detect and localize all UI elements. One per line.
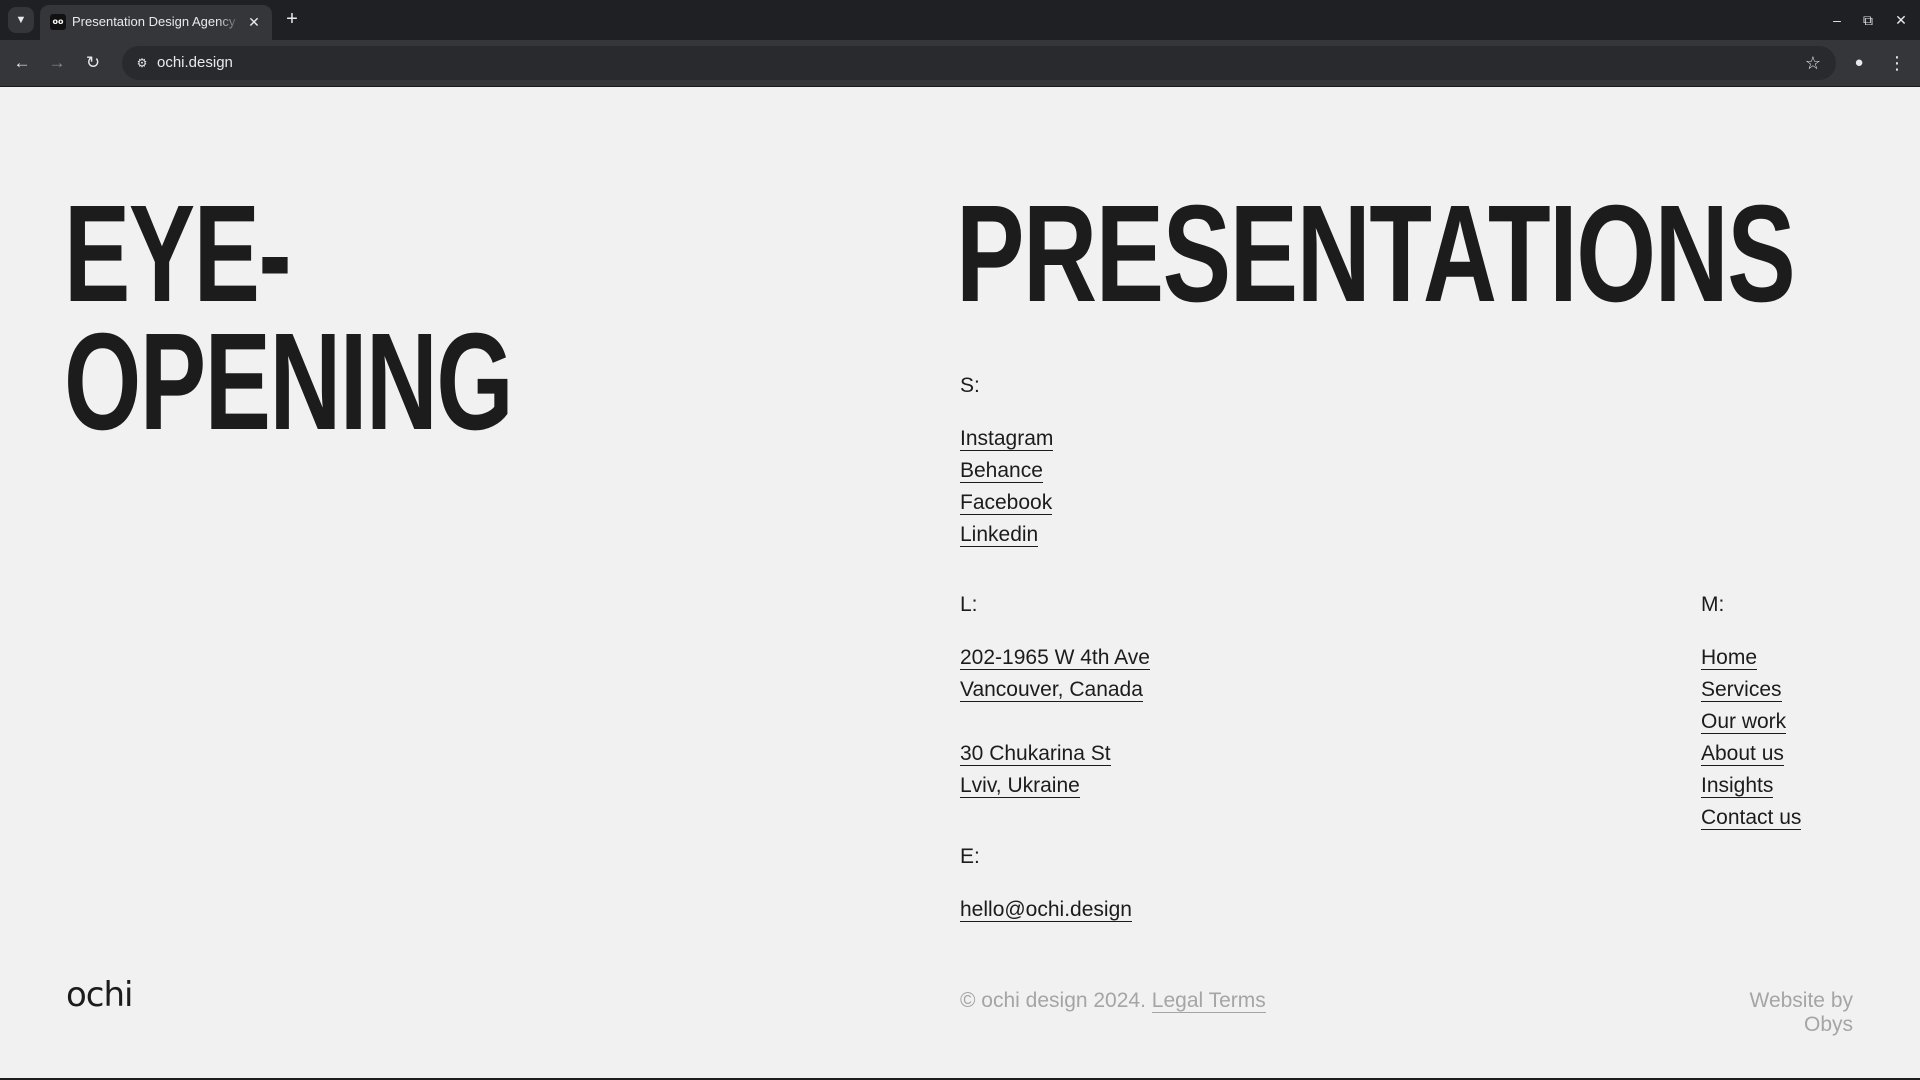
- email-block: hello@ochi.design: [960, 897, 1132, 929]
- facebook-link[interactable]: Facebook: [960, 491, 1053, 515]
- list-item: Contact us: [1701, 805, 1802, 837]
- list-item: Our work: [1701, 709, 1801, 741]
- profile-icon[interactable]: ●: [1847, 51, 1871, 75]
- restore-icon[interactable]: ⧉: [1856, 8, 1880, 32]
- address-vancouver: 202-1965 W 4th Ave Vancouver, Canada: [960, 645, 1150, 709]
- headline-line: OPENING: [64, 305, 514, 459]
- list-item: Linkedin: [960, 522, 1053, 554]
- tab-title: Presentation Design Agency: [72, 14, 236, 29]
- plus-icon[interactable]: +: [278, 7, 306, 33]
- tab-search-icon[interactable]: ▼: [8, 7, 34, 33]
- menu-about-link[interactable]: About us: [1701, 742, 1784, 766]
- close-window-icon[interactable]: ✕: [1889, 8, 1913, 32]
- headline-left: EYE- OPENING: [64, 177, 514, 459]
- footer-copyright: © ochi design 2024. Legal Terms: [960, 989, 1266, 1013]
- forward-icon[interactable]: →: [43, 49, 71, 77]
- star-icon[interactable]: ☆: [1800, 50, 1826, 76]
- email-link[interactable]: hello@ochi.design: [960, 898, 1132, 922]
- list-item: Services: [1701, 677, 1801, 709]
- linkedin-link[interactable]: Linkedin: [960, 523, 1039, 547]
- socials-label: S:: [960, 374, 980, 397]
- reload-icon[interactable]: ↻: [79, 49, 107, 77]
- site-info-icon[interactable]: ⚙: [130, 51, 154, 75]
- menu-label: M:: [1701, 593, 1725, 616]
- browser-tab[interactable]: oo Presentation Design Agency ✕: [40, 5, 272, 40]
- menu-our-work-link[interactable]: Our work: [1701, 710, 1787, 734]
- minimize-icon[interactable]: –: [1825, 8, 1849, 32]
- address-lviv: 30 Chukarina St Lviv, Ukraine: [960, 741, 1111, 805]
- menu-list: Home Services Our work About us Insights…: [1701, 645, 1802, 837]
- browser-tab-strip: ▼ oo Presentation Design Agency ✕ + – ⧉ …: [0, 0, 1920, 40]
- socials-list: Instagram Behance Facebook Linkedin: [960, 426, 1054, 554]
- copyright-text: © ochi design 2024.: [960, 989, 1146, 1012]
- list-item: Facebook: [960, 490, 1053, 522]
- menu-services-link[interactable]: Services: [1701, 678, 1782, 702]
- favicon-icon: oo: [50, 14, 66, 30]
- close-icon[interactable]: ✕: [244, 12, 264, 32]
- list-item: Instagram: [960, 426, 1054, 458]
- ochi-logo[interactable]: ochi: [66, 975, 133, 1015]
- back-icon[interactable]: ←: [8, 49, 36, 77]
- list-item: Insights: [1701, 773, 1801, 805]
- legal-terms-link[interactable]: Legal Terms: [1151, 989, 1266, 1013]
- list-item: Behance: [960, 458, 1053, 490]
- list-item: About us: [1701, 741, 1801, 773]
- list-item: Home: [1701, 645, 1801, 677]
- menu-insights-link[interactable]: Insights: [1701, 774, 1774, 798]
- address-line[interactable]: 202-1965 W 4th Ave: [960, 646, 1150, 670]
- headline-line: EYE-: [64, 177, 292, 331]
- headline-right: PRESENTATIONS: [956, 177, 1796, 331]
- instagram-link[interactable]: Instagram: [960, 427, 1054, 451]
- address-line[interactable]: Vancouver, Canada: [960, 678, 1143, 702]
- behance-link[interactable]: Behance: [960, 459, 1043, 483]
- address-line[interactable]: Lviv, Ukraine: [960, 774, 1080, 798]
- menu-home-link[interactable]: Home: [1701, 646, 1758, 670]
- email-label: E:: [960, 845, 980, 868]
- footer-credit[interactable]: Website by Obys: [1700, 989, 1854, 1037]
- menu-contact-link[interactable]: Contact us: [1701, 806, 1802, 830]
- kebab-icon[interactable]: ⋮: [1885, 51, 1909, 75]
- address-bar[interactable]: ⚙ ochi.design ☆: [122, 46, 1836, 80]
- locations-label: L:: [960, 593, 978, 616]
- url-text[interactable]: ochi.design: [157, 54, 233, 71]
- address-line[interactable]: 30 Chukarina St: [960, 742, 1111, 766]
- browser-toolbar: ← → ↻ ⚙ ochi.design ☆ ● ⋮: [0, 40, 1920, 87]
